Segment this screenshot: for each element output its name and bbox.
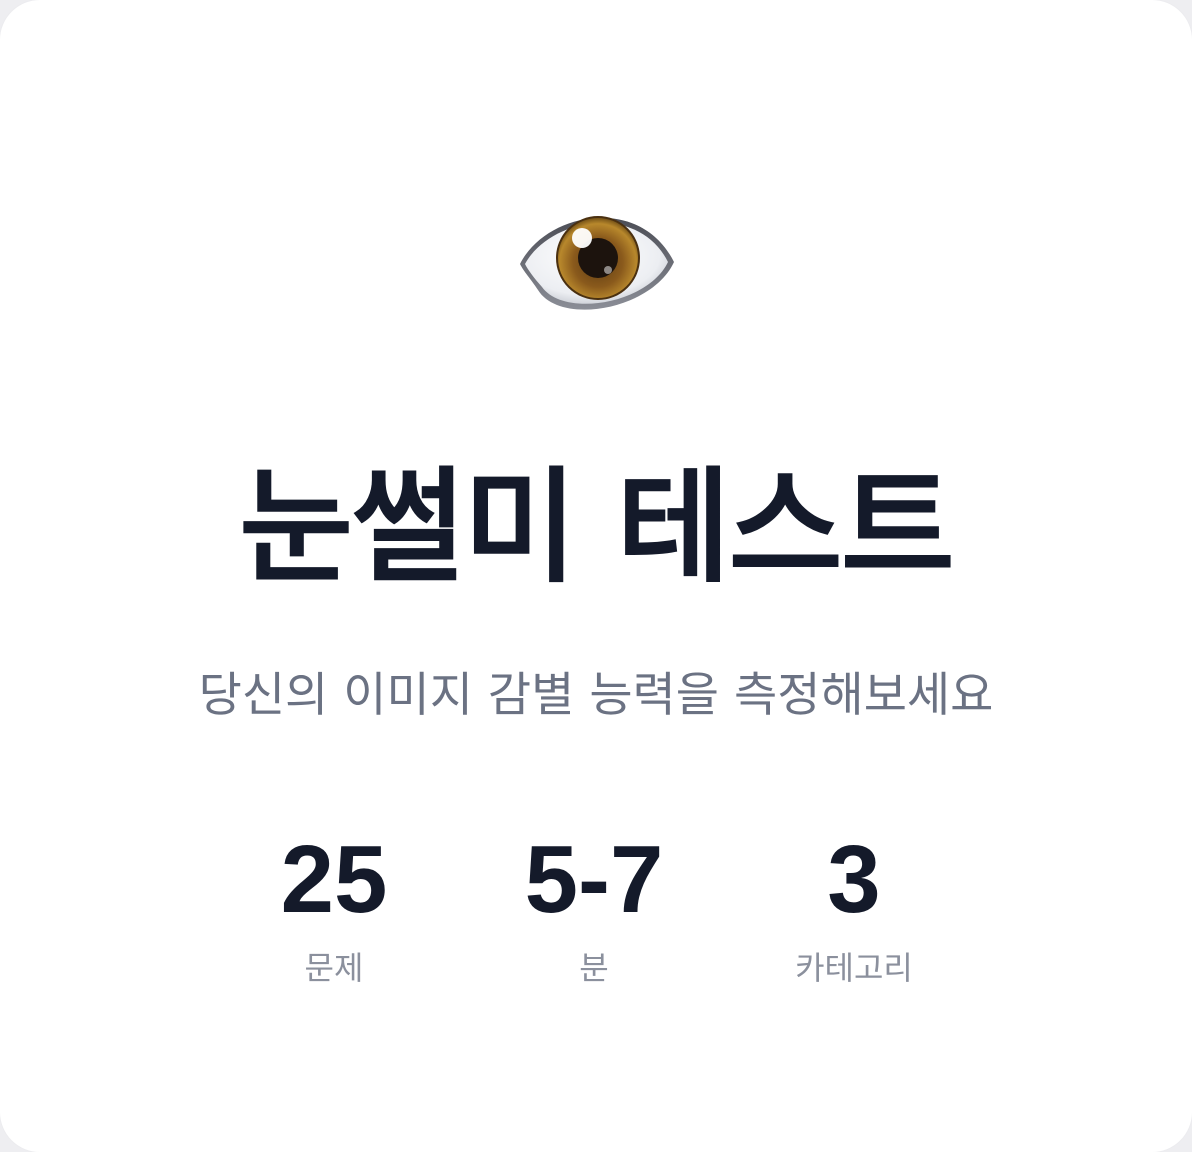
stat-categories-label: 카테고리	[795, 949, 913, 987]
eye-icon	[520, 216, 674, 310]
stat-categories: 3 카테고리	[724, 830, 984, 992]
page-subtitle: 당신의 이미지 감별 능력을 측정해보세요	[198, 668, 994, 723]
stat-questions-label: 문제	[304, 949, 364, 987]
page-title: 눈썰미 테스트	[239, 456, 955, 600]
stat-questions: 25 문제	[204, 830, 464, 992]
stat-minutes: 5-7 분	[464, 830, 724, 992]
stat-questions-value: 25	[280, 826, 388, 933]
stat-minutes-value: 5-7	[524, 826, 664, 933]
stat-minutes-label: 분	[579, 949, 609, 987]
intro-card: 눈썰미 테스트 당신의 이미지 감별 능력을 측정해보세요 25 문제 5-7 …	[0, 0, 1192, 1152]
stat-categories-value: 3	[827, 826, 881, 933]
